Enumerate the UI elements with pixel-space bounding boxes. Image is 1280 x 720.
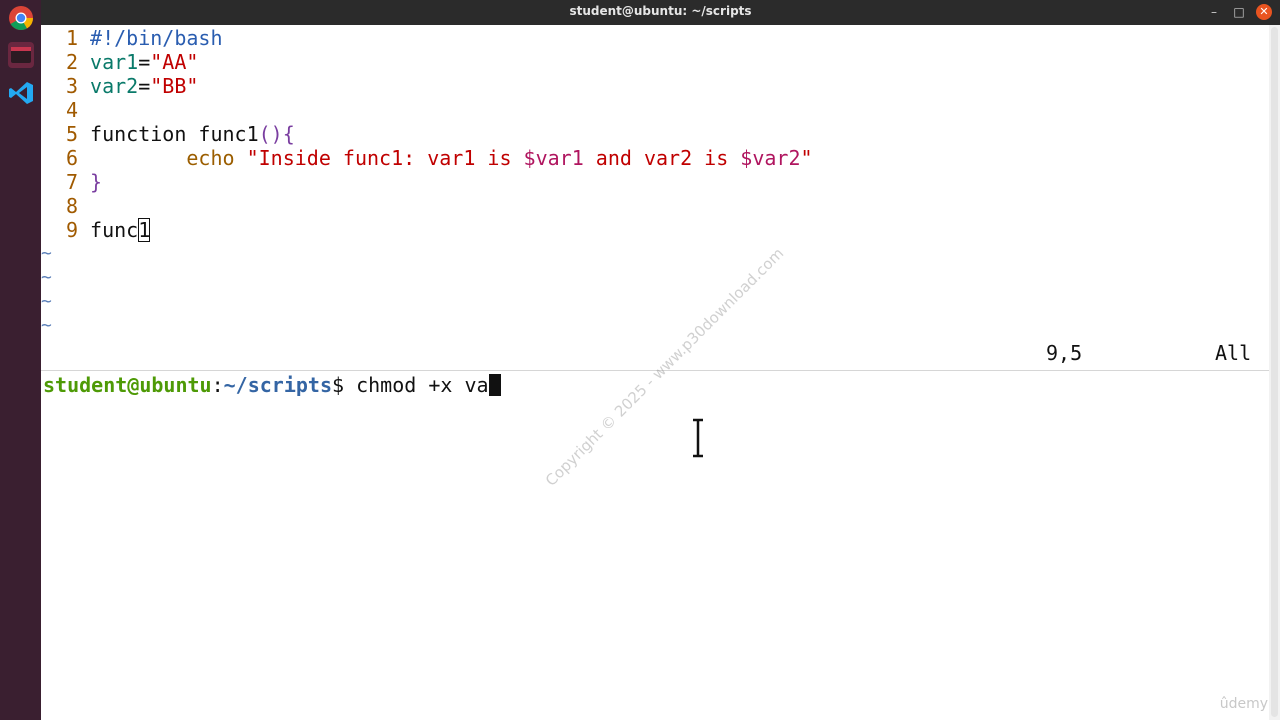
code-token: func: [90, 218, 139, 242]
prompt-user-host: student@ubuntu: [43, 373, 212, 397]
code-line[interactable]: 6 echo "Inside func1: var1 is $var1 and …: [41, 146, 813, 170]
empty-buffer-line: ~: [41, 267, 52, 288]
empty-buffer-line: ~: [41, 315, 52, 336]
code-token: "BB": [150, 74, 199, 98]
close-button[interactable]: ✕: [1256, 4, 1272, 20]
empty-buffer-line: ~: [41, 291, 52, 312]
code-token: #!/bin/bash: [90, 26, 223, 50]
line-number: 6: [65, 146, 78, 170]
vim-editor[interactable]: 1 #!/bin/bash 2 var1="AA" 3 var2="BB" 4 5 f…: [41, 25, 1269, 370]
minimize-button[interactable]: –: [1206, 4, 1222, 20]
code-token: $var1: [523, 146, 584, 170]
code-token: $var2: [740, 146, 801, 170]
empty-buffer-line: ~: [41, 243, 52, 264]
line-number: 2: [65, 50, 78, 74]
code-line[interactable]: 2 var1="AA": [41, 50, 198, 74]
scroll-indicator: All: [1215, 341, 1252, 365]
prompt-char: $: [332, 373, 345, 397]
code-line[interactable]: 5 function func1(){: [41, 122, 295, 146]
code-token: "AA": [150, 50, 199, 74]
code-token: =: [138, 74, 151, 98]
ibeam-cursor-icon: [693, 418, 703, 458]
cursor-position: 9,5: [1046, 341, 1083, 365]
prompt-cwd: ~/scripts: [223, 373, 332, 397]
code-token: function func1: [90, 122, 259, 146]
text-cursor: [488, 374, 501, 396]
code-token: "Inside func1: var1 is: [234, 146, 524, 170]
code-token: var2: [90, 74, 139, 98]
code-token: (): [258, 122, 283, 146]
line-number: 7: [65, 170, 78, 194]
line-number: 3: [65, 74, 78, 98]
code-line[interactable]: 7 }: [41, 170, 102, 194]
maximize-button[interactable]: □: [1231, 4, 1247, 20]
code-line[interactable]: 9 func1: [41, 218, 151, 242]
code-line[interactable]: 4: [41, 98, 90, 122]
line-number: 4: [65, 98, 78, 122]
code-token: echo: [186, 146, 235, 170]
line-number: 5: [65, 122, 78, 146]
line-number: 8: [65, 194, 78, 218]
terminal-icon[interactable]: [8, 42, 34, 68]
code-token: and var2 is: [583, 146, 741, 170]
shell-prompt-line[interactable]: student@ubuntu:~/scripts$ chmod +x va: [43, 372, 501, 398]
line-number: 9: [65, 218, 78, 242]
code-line[interactable]: 1 #!/bin/bash: [41, 26, 223, 50]
line-number: 1: [65, 26, 78, 50]
code-token: {: [282, 122, 295, 146]
vscode-icon[interactable]: [8, 80, 34, 106]
window-titlebar: student@ubuntu: ~/scripts – □ ✕: [41, 0, 1280, 25]
typed-command[interactable]: chmod +x va: [344, 373, 488, 397]
code-token: =: [138, 50, 151, 74]
code-line[interactable]: 8: [41, 194, 90, 218]
chrome-icon[interactable]: [8, 5, 34, 31]
vim-cursor: 1: [138, 218, 151, 242]
code-token: ": [800, 146, 813, 170]
code-token: var1: [90, 50, 139, 74]
launcher-dock: [0, 0, 41, 720]
udemy-logo: ûdemy: [1219, 696, 1268, 712]
window-title: student@ubuntu: ~/scripts: [569, 4, 752, 18]
prompt-separator: :: [211, 373, 224, 397]
scrollbar[interactable]: [1269, 25, 1280, 720]
code-token: }: [90, 170, 103, 194]
scrollbar-thumb[interactable]: [1271, 27, 1278, 717]
code-line[interactable]: 3 var2="BB": [41, 74, 198, 98]
